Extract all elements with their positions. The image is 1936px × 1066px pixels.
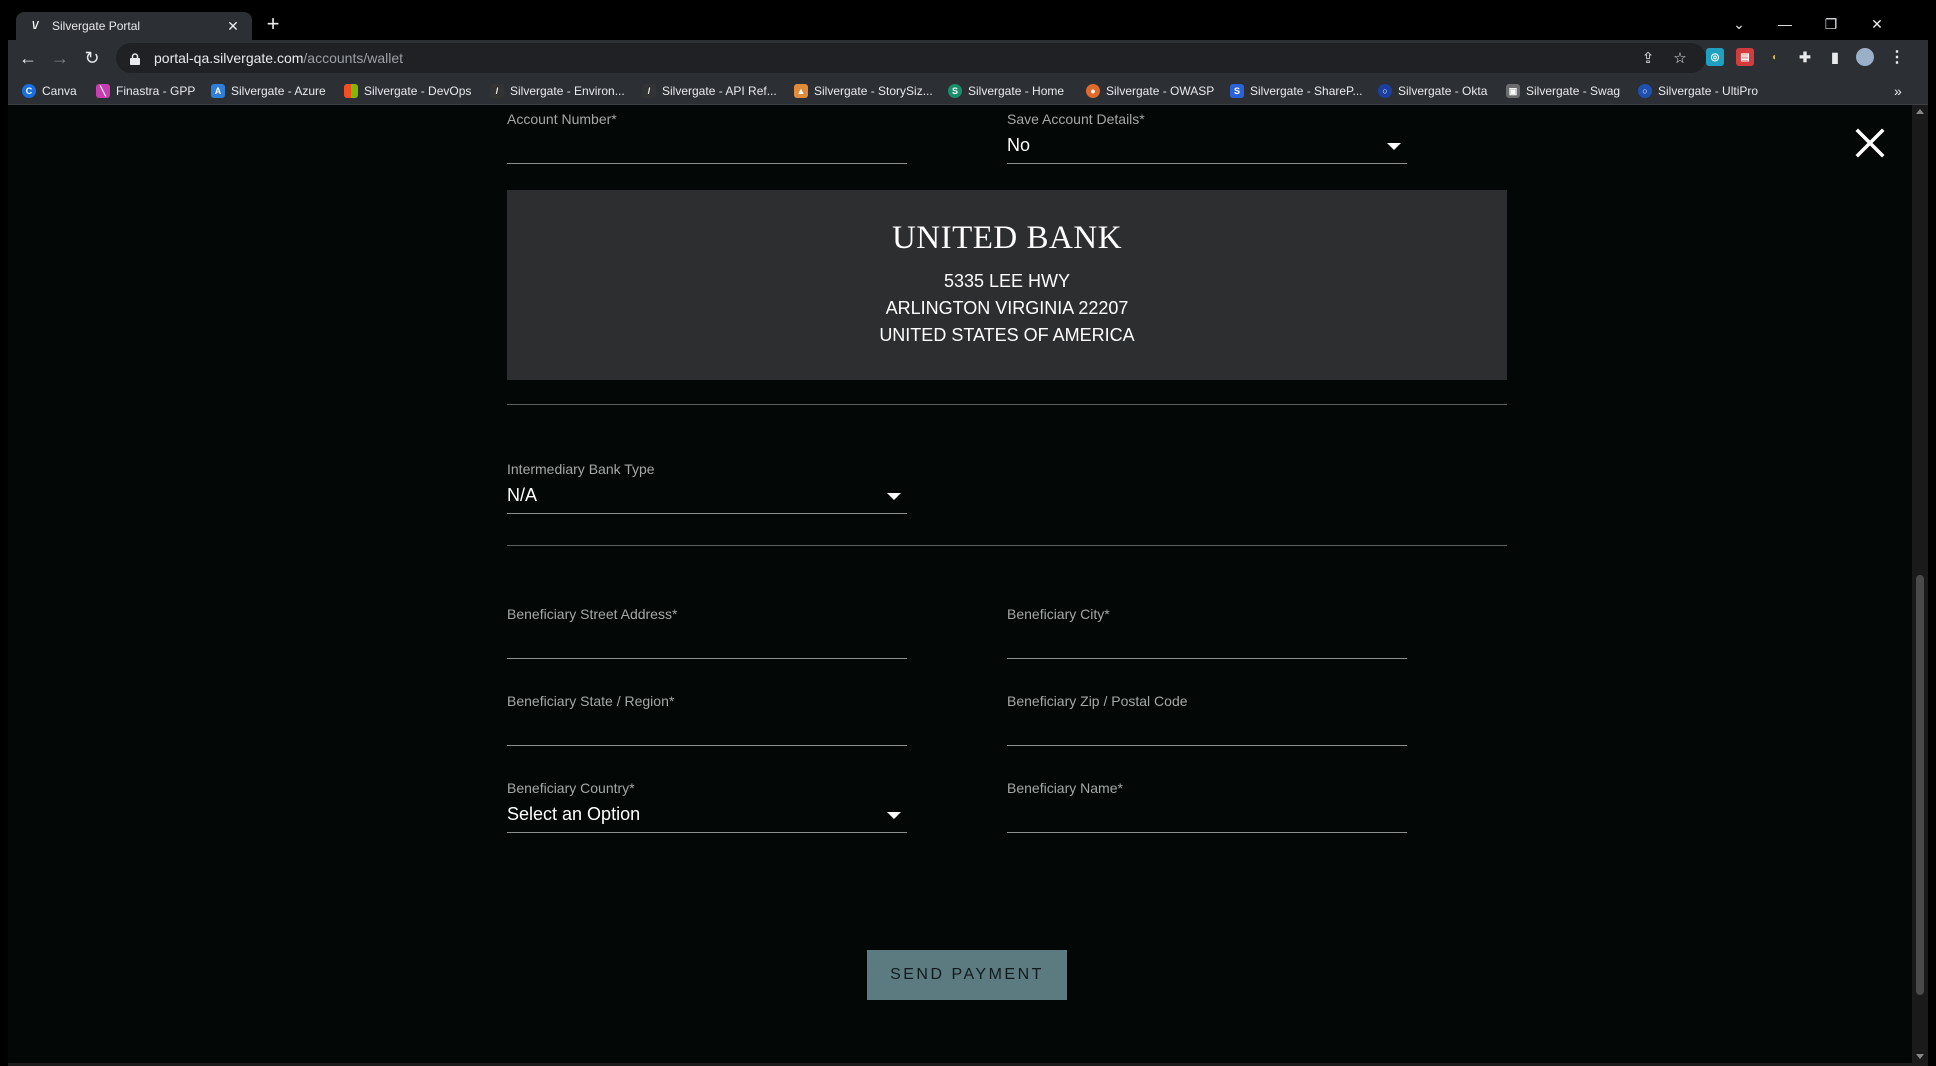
beneficiary-state-label: Beneficiary State / Region* bbox=[507, 693, 675, 709]
silvergate-icon: / bbox=[490, 84, 504, 98]
dropdown-caret-icon bbox=[887, 812, 901, 819]
beneficiary-city-field[interactable] bbox=[1007, 628, 1407, 659]
close-icon[interactable] bbox=[1852, 125, 1888, 161]
menu-kebab-icon[interactable]: ⋮ bbox=[1888, 48, 1906, 66]
close-window-button[interactable]: ✕ bbox=[1854, 8, 1900, 40]
dropdown-caret-icon bbox=[887, 493, 901, 500]
bookmark-item[interactable]: / Silvergate - API Ref... bbox=[642, 82, 777, 100]
page-scrollbar[interactable] bbox=[1912, 105, 1928, 1063]
bank-name: UNITED BANK bbox=[891, 220, 1123, 256]
browser-toolbar: ← → ↻ portal-qa.silvergate.com/accounts/… bbox=[8, 40, 1928, 76]
beneficiary-country-label: Beneficiary Country* bbox=[507, 780, 635, 796]
bookmark-item[interactable]: Silvergate - DevOps bbox=[344, 82, 471, 100]
bookmark-item[interactable]: C Canva bbox=[22, 82, 77, 100]
swag-icon: ▣ bbox=[1506, 84, 1520, 98]
extension-badge-icon[interactable]: ▤ bbox=[1736, 48, 1754, 66]
reload-icon[interactable]: ↻ bbox=[80, 46, 104, 70]
silvergate-icon: / bbox=[642, 84, 656, 98]
owasp-icon: ● bbox=[1086, 84, 1100, 98]
bookmark-item[interactable]: ▣ Silvergate - Swag bbox=[1506, 82, 1620, 100]
new-tab-button[interactable]: + bbox=[262, 13, 284, 36]
bookmark-item[interactable]: S Silvergate - ShareP... bbox=[1230, 82, 1363, 100]
extension-ring-icon[interactable]: ◐ bbox=[1766, 48, 1784, 66]
extensions-puzzle-icon[interactable]: ✚ bbox=[1796, 48, 1814, 66]
account-number-label: Account Number* bbox=[507, 111, 617, 127]
dropdown-caret-icon bbox=[1387, 143, 1401, 150]
beneficiary-zip-field[interactable] bbox=[1007, 715, 1407, 746]
scroll-up-icon[interactable] bbox=[1916, 109, 1924, 114]
bookmarks-bar: C Canva ╲ Finastra - GPP A Silvergate - Azu… bbox=[8, 76, 1928, 105]
save-account-details-label: Save Account Details* bbox=[1007, 111, 1145, 127]
url-text: portal-qa.silvergate.com/accounts/wallet bbox=[154, 50, 404, 66]
sharepoint-icon: S bbox=[948, 84, 962, 98]
finastra-icon: ╲ bbox=[96, 84, 110, 98]
canva-icon: C bbox=[22, 84, 36, 98]
bookmark-item[interactable]: ● Silvergate - OWASP bbox=[1086, 82, 1214, 100]
beneficiary-name-field[interactable] bbox=[1007, 802, 1407, 833]
tab-strip: \/ Silvergate Portal ✕ + ⌄ — ❐ ✕ bbox=[8, 8, 1928, 40]
bank-address-line: 5335 LEE HWY bbox=[943, 271, 1071, 291]
bank-address-line: ARLINGTON VIRGINIA 22207 bbox=[885, 298, 1129, 318]
okta-icon: ○ bbox=[1378, 84, 1392, 98]
tab-title: Silvergate Portal bbox=[52, 19, 141, 33]
intermediary-bank-type-label: Intermediary Bank Type bbox=[507, 461, 655, 477]
bank-info-card: UNITED BANK 5335 LEE HWY ARLINGTON VIRGI… bbox=[507, 190, 1507, 380]
bookmark-item[interactable]: A Silvergate - Azure bbox=[211, 82, 326, 100]
bank-address-line: UNITED STATES OF AMERICA bbox=[879, 325, 1135, 345]
bookmark-item[interactable]: / Silvergate - Environ... bbox=[490, 82, 625, 100]
save-account-details-select[interactable]: No bbox=[1007, 133, 1407, 164]
forward-icon[interactable]: → bbox=[48, 46, 72, 70]
beneficiary-street-field[interactable] bbox=[507, 628, 907, 659]
selected-value: N/A bbox=[507, 485, 538, 505]
send-payment-button[interactable]: SEND PAYMENT bbox=[867, 950, 1067, 1000]
extension-icon[interactable]: ◎ bbox=[1706, 48, 1724, 66]
address-bar[interactable]: portal-qa.silvergate.com/accounts/wallet… bbox=[116, 43, 1706, 73]
beneficiary-country-select[interactable]: Select an Option bbox=[507, 802, 907, 833]
account-number-field[interactable] bbox=[507, 133, 907, 164]
bookmark-item[interactable]: ╲ Finastra - GPP bbox=[96, 82, 195, 100]
lock-icon bbox=[130, 52, 140, 65]
back-icon[interactable]: ← bbox=[16, 46, 40, 70]
browser-tab[interactable]: \/ Silvergate Portal ✕ bbox=[16, 12, 252, 40]
section-divider bbox=[507, 545, 1507, 546]
azure-icon: A bbox=[211, 84, 225, 98]
beneficiary-state-field[interactable] bbox=[507, 715, 907, 746]
silvergate-favicon-icon: \/ bbox=[31, 20, 39, 32]
beneficiary-name-label: Beneficiary Name* bbox=[1007, 780, 1123, 796]
beneficiary-zip-label: Beneficiary Zip / Postal Code bbox=[1007, 693, 1188, 709]
tab-search-icon[interactable]: ⌄ bbox=[1716, 8, 1762, 40]
bookmark-item[interactable]: ○ Silvergate - UltiPro bbox=[1638, 82, 1758, 100]
bookmark-item[interactable]: ○ Silvergate - Okta bbox=[1378, 82, 1487, 100]
bookmark-item[interactable]: ▲ Silvergate - StorySiz... bbox=[794, 82, 933, 100]
beneficiary-city-label: Beneficiary City* bbox=[1007, 606, 1110, 622]
bookmark-item[interactable]: S Silvergate - Home bbox=[948, 82, 1064, 100]
selected-value: No bbox=[1007, 135, 1031, 155]
minimize-button[interactable]: — bbox=[1762, 8, 1808, 40]
side-panel-icon[interactable]: ▮ bbox=[1826, 48, 1844, 66]
close-tab-icon[interactable]: ✕ bbox=[224, 17, 242, 35]
ultipro-icon: ○ bbox=[1638, 84, 1652, 98]
browser-window: \/ Silvergate Portal ✕ + ⌄ — ❐ ✕ ← → ↻ p… bbox=[8, 8, 1928, 1066]
selected-value: Select an Option bbox=[507, 804, 641, 824]
section-divider bbox=[507, 404, 1507, 405]
more-bookmarks-icon[interactable]: » bbox=[1894, 82, 1902, 100]
profile-avatar[interactable] bbox=[1856, 48, 1874, 66]
storysize-icon: ▲ bbox=[794, 84, 808, 98]
devops-icon bbox=[344, 84, 358, 98]
payment-form-page: Account Number* Save Account Details* No… bbox=[8, 105, 1928, 1063]
restore-button[interactable]: ❐ bbox=[1808, 8, 1854, 40]
scroll-down-icon[interactable] bbox=[1916, 1054, 1924, 1059]
intermediary-bank-type-select[interactable]: N/A bbox=[507, 483, 907, 514]
beneficiary-street-label: Beneficiary Street Address* bbox=[507, 606, 678, 622]
share-icon[interactable]: ⇪ bbox=[1638, 48, 1658, 68]
bookmark-star-icon[interactable]: ☆ bbox=[1670, 48, 1690, 68]
scroll-thumb[interactable] bbox=[1916, 575, 1924, 995]
sharepoint-icon: S bbox=[1230, 84, 1244, 98]
